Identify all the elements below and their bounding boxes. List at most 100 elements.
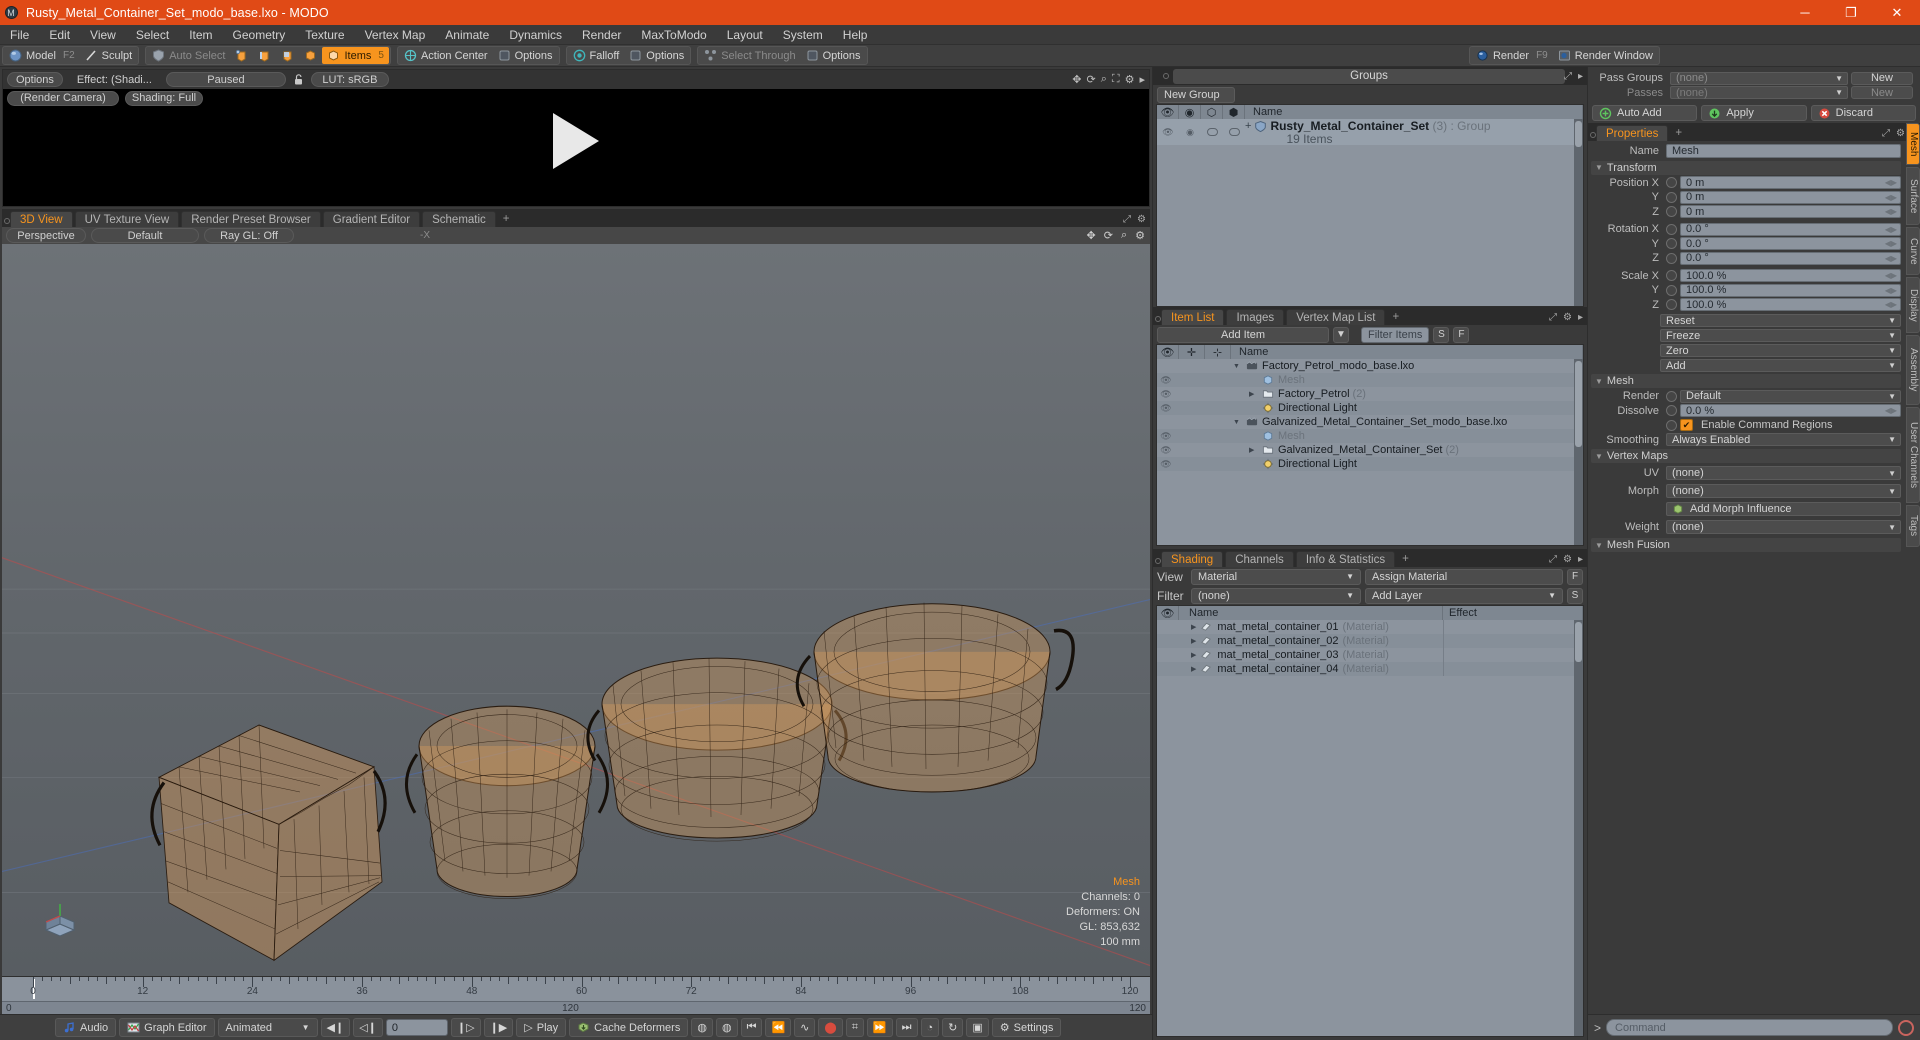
minimize-button[interactable]: ─ <box>1782 0 1828 25</box>
polygon-select-button[interactable] <box>276 47 299 64</box>
mesh-name-input[interactable]: Mesh <box>1666 144 1901 159</box>
model-mode-button[interactable]: Model F2 <box>4 47 80 64</box>
menu-item-render[interactable]: Render <box>572 25 631 45</box>
passes-dropdown[interactable]: (none) ▼ <box>1670 86 1848 100</box>
preview-paused-button[interactable]: Paused <box>165 72 286 87</box>
transform-channel-knob[interactable] <box>1666 223 1677 235</box>
next-key-button[interactable]: ⏩ <box>866 1018 893 1037</box>
transform-channel-knob[interactable] <box>1666 191 1677 203</box>
panel-menu-dot-icon[interactable] <box>1163 73 1169 79</box>
menu-item-item[interactable]: Item <box>179 25 222 45</box>
last-key-button[interactable]: ⏭ <box>895 1018 918 1037</box>
preview-effect-label[interactable]: Effect: (Shadi... <box>69 72 160 87</box>
tab-properties[interactable]: Properties <box>1596 125 1669 141</box>
item-list-row[interactable]: 👁 Mesh <box>1157 373 1583 387</box>
auto-add-button[interactable]: Auto Add <box>1592 105 1698 121</box>
transform-channel-knob[interactable] <box>1666 238 1677 250</box>
spinner-icon[interactable]: ◀▶ <box>1885 271 1897 280</box>
shading-filter-dropdown[interactable]: (none) ▼ <box>1191 587 1361 604</box>
add-item-dropdown-button[interactable]: ▼ <box>1333 326 1349 343</box>
maximize-viewport-icon[interactable]: ⤢ <box>1123 214 1131 225</box>
transform-channel-knob[interactable] <box>1666 284 1677 296</box>
assign-material-button[interactable]: Assign Material <box>1365 568 1563 585</box>
spinner-icon[interactable]: ◀▶ <box>1885 178 1897 187</box>
transform-reset-dropdown[interactable]: Reset ▼ <box>1660 314 1901 327</box>
gear-icon[interactable]: ⚙ <box>1563 312 1572 323</box>
viewport-default-button[interactable]: Default <box>91 228 199 243</box>
properties-vertical-tab-curve[interactable]: Curve <box>1906 227 1920 275</box>
select-through-button[interactable]: Select Through <box>699 47 800 64</box>
groups-scrollbar[interactable] <box>1574 119 1583 306</box>
transform-channel-knob[interactable] <box>1666 299 1677 311</box>
row-expander-icon[interactable]: ▶ <box>1249 446 1259 454</box>
weight-dropdown[interactable]: (none) ▼ <box>1666 520 1901 534</box>
transform-channel-knob[interactable] <box>1666 252 1677 264</box>
auto-select-button[interactable]: Auto Select <box>147 47 230 64</box>
tab-3d-view[interactable]: 3D View <box>10 211 73 227</box>
transform-field-input[interactable]: 0.0 ° ◀▶ <box>1680 237 1901 251</box>
gear-icon[interactable]: ⚙ <box>1896 128 1905 139</box>
row-eye-icon[interactable]: 👁 <box>1157 459 1175 470</box>
close-button[interactable]: ✕ <box>1874 0 1920 25</box>
spinner-icon[interactable]: ◀▶ <box>1885 225 1897 234</box>
row-eye-icon[interactable]: 👁 <box>1157 389 1175 400</box>
step-forward-button[interactable]: ❙▷ <box>450 1018 481 1037</box>
maximize-panel-icon[interactable]: ⤢ <box>1882 128 1890 139</box>
rotate-icon[interactable]: ⟳ <box>1087 73 1096 86</box>
item-list-scrollbar[interactable] <box>1574 359 1583 545</box>
tab-channels[interactable]: Channels <box>1225 551 1294 567</box>
menu-item-edit[interactable]: Edit <box>39 25 80 45</box>
dissolve-channel-knob[interactable] <box>1666 405 1677 417</box>
menu-item-dynamics[interactable]: Dynamics <box>499 25 572 45</box>
timeline[interactable]: 0 12 24 36 48 60 72 84 96 108 120 0 120 120 <box>2 976 1150 1014</box>
row-eye-icon[interactable]: 👁 <box>1157 127 1179 138</box>
step-back-button[interactable]: ◁❙ <box>353 1018 383 1037</box>
shading-f-button[interactable]: F <box>1567 568 1583 585</box>
gear-icon[interactable]: ⚙ <box>1125 73 1135 86</box>
shading-list-body[interactable]: ▶ mat_metal_container_01 (Material) ▶ mat_me… <box>1157 620 1583 1036</box>
row-eye-icon[interactable]: 👁 <box>1157 445 1175 456</box>
command-input[interactable]: Command <box>1606 1019 1893 1036</box>
menu-item-file[interactable]: File <box>0 25 39 45</box>
view-dropdown[interactable]: Material ▼ <box>1191 568 1361 585</box>
key-range-button[interactable]: ⌗ <box>845 1018 864 1037</box>
curve-key-button[interactable]: ∿ <box>794 1018 816 1037</box>
key-channel-button[interactable]: ◔ <box>920 1018 940 1037</box>
panel-menu-dot-icon[interactable] <box>1590 132 1596 138</box>
spinner-icon[interactable]: ◀▶ <box>1885 300 1897 309</box>
mesh-section-header[interactable]: ▼ Mesh <box>1591 374 1901 388</box>
menu-item-animate[interactable]: Animate <box>435 25 499 45</box>
falloff-options-button[interactable]: Options <box>624 47 689 64</box>
transform-field-input[interactable]: 100.0 % ◀▶ <box>1680 269 1901 283</box>
menu-item-geometry[interactable]: Geometry <box>223 25 296 45</box>
transform-field-input[interactable]: 0.0 ° ◀▶ <box>1680 222 1901 236</box>
spinner-icon[interactable]: ◀▶ <box>1885 207 1897 216</box>
shading-list-row[interactable]: ▶ mat_metal_container_03 (Material) <box>1157 648 1583 662</box>
transform-field-input[interactable]: 100.0 % ◀▶ <box>1680 283 1901 297</box>
sculpt-mode-button[interactable]: Sculpt <box>80 47 138 64</box>
properties-vertical-tab-tags[interactable]: Tags <box>1906 505 1920 547</box>
row-expander-icon[interactable]: ▶ <box>1249 390 1259 398</box>
transform-channel-knob[interactable] <box>1666 206 1677 218</box>
tab-gradient-editor[interactable]: Gradient Editor <box>322 211 421 227</box>
transform-zero-dropdown[interactable]: Zero ▼ <box>1660 344 1901 357</box>
item-list-row[interactable]: 👁 ▶ Galvanized_Metal_Container_Set (2) <box>1157 443 1583 457</box>
prev-key-2-button[interactable]: ⏪ <box>765 1018 792 1037</box>
transform-field-input[interactable]: 0 m ◀▶ <box>1680 176 1901 190</box>
groups-list-body[interactable]: 👁 ◉ + Rusty_Metal_Container_Set (3): Gr… <box>1157 119 1583 306</box>
item-list-row[interactable]: ▼ Galvanized_Metal_Container_Set_modo_bas… <box>1157 415 1583 429</box>
row-expander-icon[interactable]: ▶ <box>1191 623 1196 631</box>
menu-item-layout[interactable]: Layout <box>717 25 773 45</box>
row-shade-toggle[interactable] <box>1201 128 1223 136</box>
shading-s-button[interactable]: S <box>1567 587 1583 604</box>
add-morph-influence-button[interactable]: Add Morph Influence <box>1666 502 1901 516</box>
items-select-button[interactable]: Items 5 <box>322 47 389 64</box>
row-render-toggle[interactable] <box>1223 128 1245 136</box>
gear-icon[interactable]: ⚙ <box>1137 214 1146 225</box>
new-group-button[interactable]: New Group <box>1157 86 1235 103</box>
shading-list-row[interactable]: ▶ mat_metal_container_02 (Material) <box>1157 634 1583 648</box>
spinner-icon[interactable]: ◀▶ <box>1885 239 1897 248</box>
properties-tab-add[interactable]: + <box>1670 125 1687 141</box>
action-center-options-button[interactable]: Options <box>493 47 558 64</box>
render-button[interactable]: Render F9 <box>1471 47 1553 64</box>
